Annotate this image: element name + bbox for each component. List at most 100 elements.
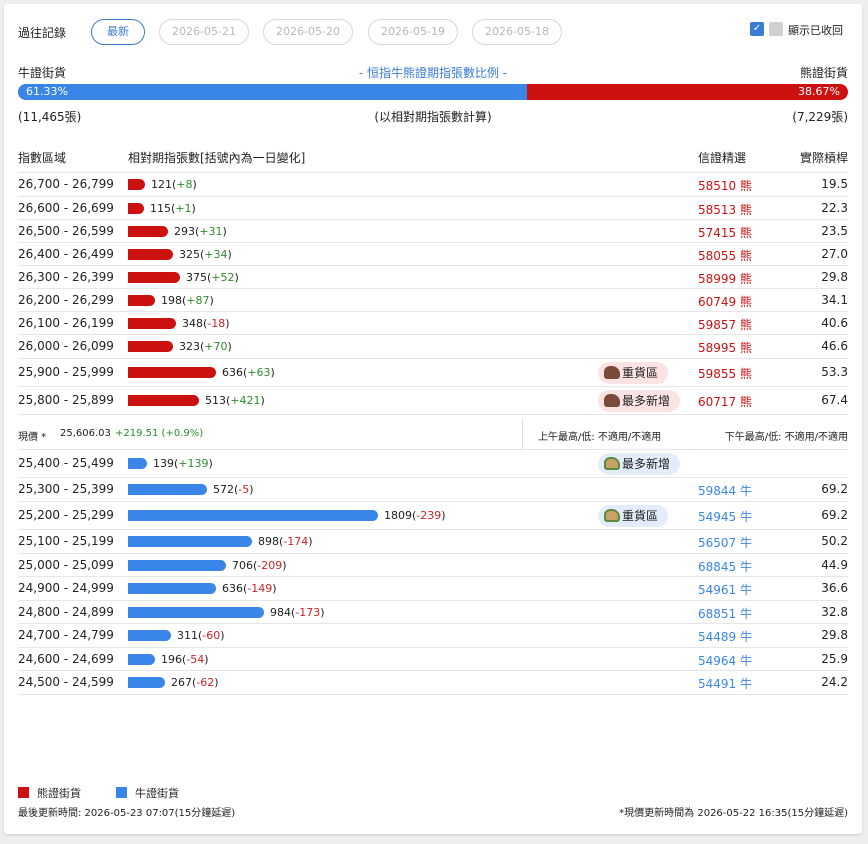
warrant-code[interactable]: 58513	[698, 203, 736, 217]
count-value: 293(+31)	[174, 225, 227, 238]
warrant-code[interactable]: 59855	[698, 367, 736, 381]
count-value: 706(-209)	[232, 559, 287, 572]
count-value: 348(-18)	[182, 317, 230, 330]
bear-row: 26,600 - 26,699 115(+1) 58513 熊 22.3	[18, 197, 848, 220]
range-label: 25,000 - 25,099	[18, 558, 114, 572]
spot-label: 現價 *	[18, 432, 47, 443]
count-change: -18	[207, 317, 226, 330]
warrant-code-link[interactable]: 57415 熊	[698, 224, 752, 241]
warrant-code-link[interactable]: 54491 牛	[698, 675, 752, 692]
count-number: 1809	[384, 509, 412, 522]
warrant-code-link[interactable]: 59855 熊	[698, 365, 752, 382]
zone-label: 重貨區	[622, 509, 659, 523]
tab-2026-05-19[interactable]: 2026-05-19	[368, 19, 458, 45]
count-number: 513	[205, 394, 226, 407]
warrant-code[interactable]: 68845	[698, 560, 736, 574]
warrant-code[interactable]: 56507	[698, 536, 736, 550]
header-code: 信證精選	[698, 151, 747, 165]
bull-icon	[604, 509, 620, 522]
range-label: 25,100 - 25,199	[18, 534, 114, 548]
zone-label: 重貨區	[622, 366, 659, 380]
warrant-code-link[interactable]: 59857 熊	[698, 316, 752, 333]
warrant-code[interactable]: 58999	[698, 272, 736, 286]
warrant-code[interactable]: 54945	[698, 510, 736, 524]
spot-change: +219.51 (+0.9%)	[115, 428, 204, 439]
warrant-code-link[interactable]: 58055 熊	[698, 247, 752, 264]
paren-close: )	[320, 606, 325, 619]
warrant-code-link[interactable]: 56507 牛	[698, 534, 752, 551]
warrant-code[interactable]: 57415	[698, 226, 736, 240]
range-label: 25,300 - 25,399	[18, 482, 114, 496]
warrant-code[interactable]: 54489	[698, 630, 736, 644]
warrant-code[interactable]: 54961	[698, 583, 736, 597]
warrant-code-link[interactable]: 58510 熊	[698, 177, 752, 194]
warrant-code-link[interactable]: 58995 熊	[698, 339, 752, 356]
count-change: +34	[204, 248, 228, 261]
count-value: 323(+70)	[179, 340, 232, 353]
check-icon[interactable]: ✓	[750, 22, 764, 36]
tab-2026-05-18[interactable]: 2026-05-18	[472, 19, 562, 45]
count-bar	[128, 536, 252, 547]
warrant-code[interactable]: 54491	[698, 677, 736, 691]
range-label: 24,700 - 24,799	[18, 628, 114, 642]
warrant-code[interactable]: 68851	[698, 607, 736, 621]
count-number: 984	[270, 606, 291, 619]
leverage-value: 46.6	[821, 339, 848, 353]
count-change: -54	[186, 653, 205, 666]
warrant-code-link[interactable]: 59844 牛	[698, 482, 752, 499]
legend-bull-label: 牛證街貨	[135, 787, 179, 800]
tab-2026-05-21[interactable]: 2026-05-21	[159, 19, 249, 45]
count-number: 348	[182, 317, 203, 330]
zone-badge: 重貨區	[598, 505, 669, 527]
count-bar	[128, 654, 155, 665]
paren-close: )	[249, 483, 254, 496]
warrant-code-link[interactable]: 58513 熊	[698, 201, 752, 218]
show-recalled-checkbox[interactable]	[769, 22, 783, 36]
bull-row: 25,000 - 25,099 706(-209) 68845 牛 44.9	[18, 554, 848, 577]
ratio-basis: (以相對期指張數計算)	[374, 110, 492, 124]
count-change: -149	[247, 582, 273, 595]
count-bar	[128, 226, 168, 237]
warrant-code[interactable]: 60749	[698, 295, 736, 309]
bull-icon	[604, 457, 620, 470]
warrant-code[interactable]: 58995	[698, 341, 736, 355]
warrant-type: 熊	[740, 341, 753, 355]
warrant-code[interactable]: 60717	[698, 395, 736, 409]
warrant-code-link[interactable]: 68851 牛	[698, 605, 752, 622]
warrant-code[interactable]: 59844	[698, 484, 736, 498]
warrant-code-link[interactable]: 54961 牛	[698, 581, 752, 598]
count-value: 121(+8)	[151, 178, 197, 191]
warrant-code-link[interactable]: 54945 牛	[698, 508, 752, 525]
warrant-type: 熊	[740, 272, 753, 286]
paren-close: )	[192, 178, 197, 191]
warrant-code-link[interactable]: 54489 牛	[698, 628, 752, 645]
tab-latest[interactable]: 最新	[91, 19, 145, 45]
spot-price: 25,606.03	[60, 428, 111, 439]
paren-close: )	[191, 202, 196, 215]
warrant-code[interactable]: 59857	[698, 318, 736, 332]
paren-close: )	[222, 225, 227, 238]
warrant-code-link[interactable]: 60749 熊	[698, 293, 752, 310]
leverage-value: 69.2	[821, 482, 848, 496]
warrant-code-link[interactable]: 54964 牛	[698, 652, 752, 669]
warrant-code[interactable]: 58510	[698, 179, 736, 193]
range-label: 24,800 - 24,899	[18, 605, 114, 619]
bear-row: 26,400 - 26,499 325(+34) 58055 熊 27.0	[18, 243, 848, 266]
tab-2026-05-20[interactable]: 2026-05-20	[263, 19, 353, 45]
header-contracts: 相對期指張數[括號內為一日變化]	[128, 151, 306, 165]
leverage-value: 69.2	[821, 508, 848, 522]
paren-close: )	[208, 457, 213, 470]
range-label: 26,700 - 26,799	[18, 177, 114, 191]
warrant-code-link[interactable]: 58999 熊	[698, 270, 752, 287]
warrant-code-link[interactable]: 60717 熊	[698, 393, 752, 410]
range-label: 26,200 - 26,299	[18, 293, 114, 307]
bear-row: 25,800 - 25,899 513(+421) 最多新增 60717 熊 67.4	[18, 387, 848, 415]
count-value: 898(-174)	[258, 535, 313, 548]
warrant-code[interactable]: 58055	[698, 249, 736, 263]
warrant-code-link[interactable]: 68845 牛	[698, 558, 752, 575]
count-bar	[128, 249, 173, 260]
count-bar	[128, 341, 173, 352]
bear-icon	[604, 394, 620, 407]
count-value: 984(-173)	[270, 606, 325, 619]
warrant-code[interactable]: 54964	[698, 654, 736, 668]
